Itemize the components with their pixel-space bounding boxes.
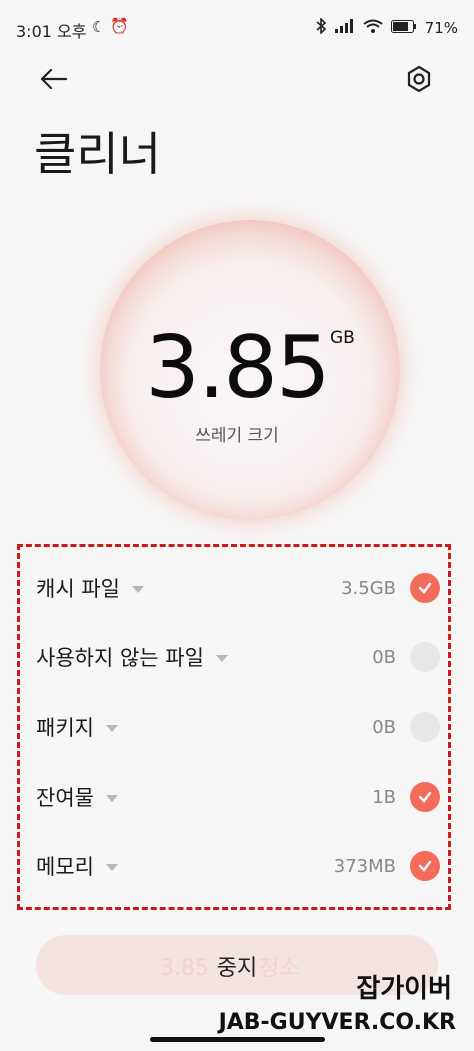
item-size: 0B [372, 646, 396, 668]
junk-size-value: 3.85 [145, 318, 330, 418]
item-size: 3.5GB [341, 577, 396, 599]
chevron-down-icon[interactable] [105, 795, 118, 802]
battery-icon [390, 19, 417, 37]
alarm-icon: ⏰ [110, 17, 129, 35]
wifi-icon [363, 19, 383, 37]
battery-percent: 71% [424, 19, 458, 37]
junk-size-unit: GB [330, 328, 355, 348]
chevron-down-icon[interactable] [131, 586, 144, 593]
home-indicator[interactable] [150, 1037, 325, 1042]
status-time: 3:01 오후 [16, 22, 87, 41]
page-title: 클리너 [34, 127, 161, 181]
list-item-residuals[interactable]: 잔여물 1B [36, 769, 440, 825]
gear-icon [407, 65, 431, 93]
checkbox-unchecked[interactable] [410, 712, 440, 742]
back-button[interactable] [36, 62, 70, 96]
check-icon [418, 582, 432, 594]
chevron-down-icon[interactable] [105, 864, 118, 871]
junk-size-caption: 쓰레기 크기 [195, 426, 279, 446]
item-label: 패키지 [36, 716, 94, 740]
check-icon [418, 791, 432, 803]
list-item-unused-files[interactable]: 사용하지 않는 파일 0B [36, 629, 440, 685]
chevron-down-icon[interactable] [215, 655, 228, 662]
item-label: 잔여물 [36, 786, 94, 810]
list-item-memory[interactable]: 메모리 373MB [36, 838, 440, 894]
check-icon [418, 860, 432, 872]
watermark-url: JAB-GUYVER.CO.KR [218, 1010, 456, 1035]
status-bar: 3:01 오후 ☾ ⏰ 71% [0, 0, 474, 56]
moon-icon: ☾ [92, 18, 106, 36]
checkbox-checked[interactable] [410, 851, 440, 881]
chevron-down-icon[interactable] [105, 725, 118, 732]
settings-button[interactable] [402, 62, 436, 96]
watermark-logo: 잡가이버 [356, 974, 452, 1004]
checkbox-checked[interactable] [410, 573, 440, 603]
checkbox-checked[interactable] [410, 782, 440, 812]
item-size: 1B [372, 786, 396, 808]
item-label: 캐시 파일 [36, 577, 120, 601]
list-item-cache[interactable]: 캐시 파일 3.5GB [36, 560, 440, 616]
item-label: 메모리 [36, 855, 94, 879]
bluetooth-icon [315, 17, 327, 38]
item-size: 373MB [333, 855, 396, 877]
list-item-packages[interactable]: 패키지 0B [36, 699, 440, 755]
back-arrow-icon [40, 68, 68, 90]
signal-icon [334, 19, 355, 37]
item-size: 0B [372, 716, 396, 738]
item-label: 사용하지 않는 파일 [36, 646, 204, 670]
status-icons: 71% [315, 17, 458, 38]
checkbox-unchecked[interactable] [410, 642, 440, 672]
